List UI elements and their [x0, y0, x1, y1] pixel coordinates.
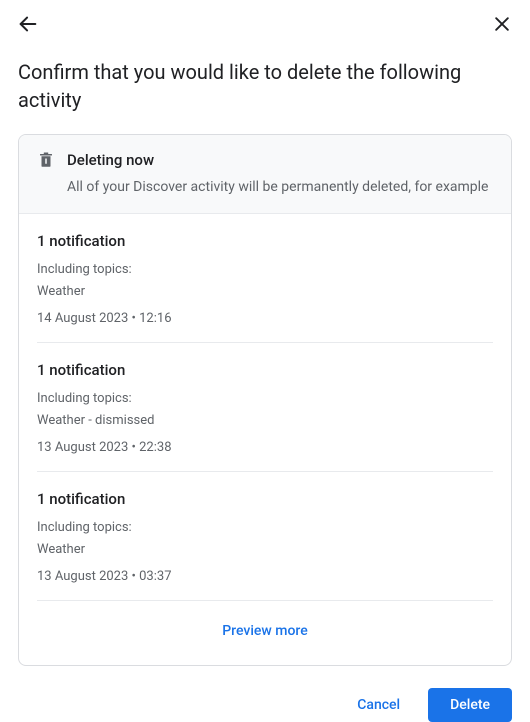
activity-item-timestamp: 14 August 2023 • 12:16 [37, 311, 493, 326]
close-button[interactable] [490, 12, 514, 36]
arrow-back-icon [17, 13, 39, 35]
activity-item-subtitle: Including topics: [37, 518, 493, 538]
activity-item-topic: Weather - dismissed [37, 411, 493, 431]
activity-item-title: 1 notification [37, 232, 493, 250]
activity-item-subtitle: Including topics: [37, 389, 493, 409]
close-icon [492, 14, 512, 34]
activity-item-timestamp: 13 August 2023 • 03:37 [37, 569, 493, 584]
activity-item-title: 1 notification [37, 490, 493, 508]
activity-item-timestamp: 13 August 2023 • 22:38 [37, 440, 493, 455]
activity-item-topic: Weather [37, 540, 493, 560]
activity-card: Deleting now All of your Discover activi… [18, 134, 512, 666]
page-title: Confirm that you would like to delete th… [0, 48, 530, 134]
preview-more-link[interactable]: Preview more [19, 601, 511, 665]
delete-button[interactable]: Delete [428, 688, 512, 722]
header-bar [0, 0, 530, 48]
back-button[interactable] [16, 12, 40, 36]
activity-item: 1 notification Including topics: Weather… [37, 214, 493, 343]
activity-item-title: 1 notification [37, 361, 493, 379]
banner-title: Deleting now [67, 151, 154, 169]
activity-item-topic: Weather [37, 282, 493, 302]
deleting-banner: Deleting now All of your Discover activi… [19, 135, 511, 214]
trash-icon [37, 151, 55, 169]
activity-item: 1 notification Including topics: Weather… [37, 343, 493, 472]
banner-head: Deleting now [37, 151, 493, 169]
cancel-button[interactable]: Cancel [337, 688, 420, 722]
activity-item: 1 notification Including topics: Weather… [37, 472, 493, 601]
banner-subtitle: All of your Discover activity will be pe… [37, 179, 493, 195]
activity-item-subtitle: Including topics: [37, 260, 493, 280]
activity-list: 1 notification Including topics: Weather… [19, 214, 511, 601]
dialog-footer: Cancel Delete [0, 666, 530, 722]
